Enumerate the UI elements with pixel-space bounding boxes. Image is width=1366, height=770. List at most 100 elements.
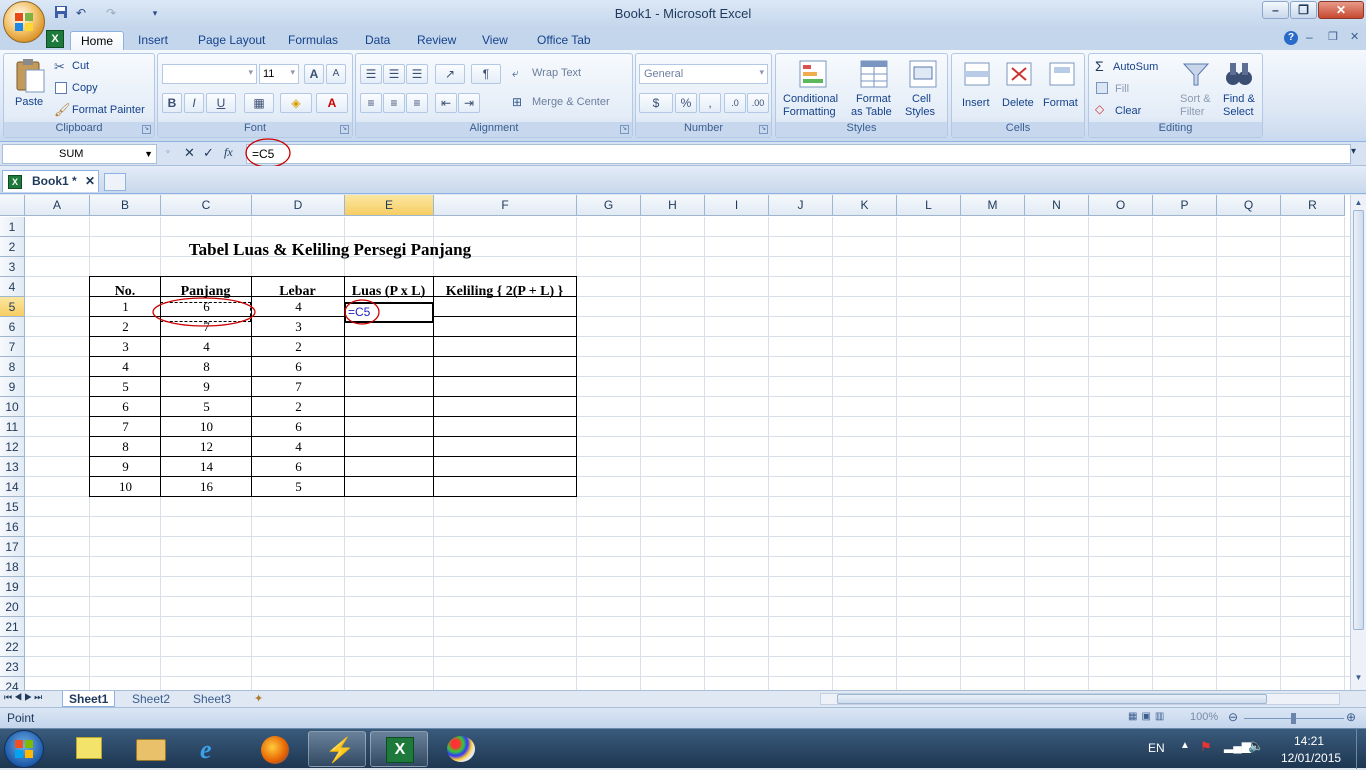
cancel-icon[interactable]: ✕ <box>184 145 195 161</box>
borders-button[interactable]: ▦ <box>244 93 274 113</box>
decrease-decimal-button[interactable]: .00 <box>747 93 769 113</box>
alignment-launcher-icon[interactable]: ↘ <box>620 125 629 134</box>
column-header-n[interactable]: N <box>1025 195 1089 216</box>
minimize-button[interactable]: – <box>1262 1 1289 19</box>
row-header-10[interactable]: 10 <box>0 397 25 417</box>
comma-button[interactable]: , <box>699 93 721 113</box>
table-cell[interactable]: 10 <box>90 477 161 497</box>
number-format-select[interactable]: General ▾ <box>639 64 768 84</box>
table-cell[interactable]: 4 <box>90 357 161 377</box>
align-right-button[interactable]: ≡ <box>406 93 428 113</box>
taskbar-sticky-notes[interactable] <box>60 731 118 767</box>
table-cell[interactable]: 2 <box>252 337 345 357</box>
spreadsheet-grid[interactable]: ABCDEFGHIJKLMNOPQR 1 2 3 4 5 6 7 8 9 10 11 12 13 14 15… <box>0 195 1350 690</box>
close-button[interactable]: ✕ <box>1318 1 1364 19</box>
expand-formula-icon[interactable]: ▾ <box>1351 146 1356 157</box>
table-cell[interactable]: 5 <box>161 397 252 417</box>
row-header-1[interactable]: 1 <box>0 217 25 237</box>
row-header-23[interactable]: 23 <box>0 657 25 677</box>
row-header-3[interactable]: 3 <box>0 257 25 277</box>
table-cell[interactable]: 4 <box>252 297 345 317</box>
table-cell[interactable]: 3 <box>252 317 345 337</box>
column-header-g[interactable]: G <box>577 195 641 216</box>
merge-center-button[interactable]: ⊞ Merge & Center <box>512 93 630 113</box>
table-cell[interactable]: 2 <box>252 397 345 417</box>
zoom-out-icon[interactable]: ⊖ <box>1228 710 1238 724</box>
format-painter-button[interactable]: 🖌 Format Painter <box>54 102 154 120</box>
table-cell[interactable]: 9 <box>161 377 252 397</box>
autosum-button[interactable]: Σ AutoSum <box>1095 58 1175 76</box>
table-cell[interactable]: 16 <box>161 477 252 497</box>
vertical-scroll-thumb[interactable] <box>1353 210 1364 630</box>
select-all-corner[interactable] <box>0 195 25 216</box>
ribbon-close-icon[interactable]: ✕ <box>1350 30 1359 43</box>
align-top-button[interactable]: ☰ <box>360 64 382 84</box>
sort-filter-button[interactable]: Sort & Filter <box>1175 57 1217 121</box>
zoom-slider-thumb[interactable] <box>1291 713 1296 724</box>
scroll-up-icon[interactable]: ▲ <box>1352 198 1365 210</box>
find-select-button[interactable]: Find & Select <box>1217 57 1261 121</box>
row-header-14[interactable]: 14 <box>0 477 25 497</box>
column-header-q[interactable]: Q <box>1217 195 1281 216</box>
insert-sheet-icon[interactable]: ✦ <box>254 692 263 705</box>
new-document-tab-icon[interactable] <box>104 173 126 191</box>
column-header-m[interactable]: M <box>961 195 1025 216</box>
increase-indent-button[interactable]: ⇥ <box>458 93 480 113</box>
network-icon[interactable]: ▂▄▆ <box>1224 739 1251 753</box>
tab-office-tab[interactable]: Office Tab <box>527 31 601 50</box>
sheet-tab-sheet1[interactable]: Sheet1 <box>62 691 116 707</box>
column-header-f[interactable]: F <box>434 195 577 216</box>
table-cell[interactable]: 7 <box>90 417 161 437</box>
taskbar-explorer[interactable] <box>122 731 180 767</box>
language-indicator[interactable]: EN <box>1148 741 1165 755</box>
taskbar-internet-explorer[interactable]: e <box>184 731 242 767</box>
table-cell[interactable]: 6 <box>252 417 345 437</box>
tab-insert[interactable]: Insert <box>128 31 178 50</box>
fill-color-button[interactable]: ◈ <box>280 93 312 113</box>
row-header-21[interactable]: 21 <box>0 617 25 637</box>
close-document-icon[interactable]: ✕ <box>85 171 95 191</box>
row-header-19[interactable]: 19 <box>0 577 25 597</box>
underline-button[interactable]: U <box>206 93 236 113</box>
row-header-17[interactable]: 17 <box>0 537 25 557</box>
column-header-a[interactable]: A <box>25 195 90 216</box>
wrap-text-button[interactable]: ⤶ Wrap Text <box>512 64 622 84</box>
table-cell[interactable]: 4 <box>161 337 252 357</box>
shrink-font-button[interactable]: A <box>326 64 346 84</box>
column-header-d[interactable]: D <box>252 195 345 216</box>
table-cell[interactable]: 8 <box>90 437 161 457</box>
column-header-j[interactable]: J <box>769 195 833 216</box>
ribbon-restore-icon[interactable]: ❐ <box>1328 30 1338 43</box>
delete-cells-button[interactable]: Delete <box>998 57 1040 121</box>
font-color-button[interactable]: A <box>316 93 348 113</box>
table-cell[interactable]: 5 <box>90 377 161 397</box>
format-as-table-button[interactable]: Format as Table <box>848 57 900 121</box>
column-header-i[interactable]: I <box>705 195 769 216</box>
restore-button[interactable]: ❐ <box>1290 1 1317 19</box>
table-cell[interactable]: 10 <box>161 417 252 437</box>
header-keliling[interactable]: Keliling { 2(P + L) } <box>433 282 576 302</box>
cut-button[interactable]: ✂ Cut <box>54 58 149 76</box>
row-header-11[interactable]: 11 <box>0 417 25 437</box>
tab-view[interactable]: View <box>472 31 518 50</box>
row-header-5[interactable]: 5 <box>0 297 25 317</box>
increase-decimal-button[interactable]: .0 <box>724 93 746 113</box>
taskbar-media[interactable]: ⚡ <box>308 731 366 767</box>
table-cell[interactable]: 7 <box>252 377 345 397</box>
paste-button[interactable]: Paste <box>12 58 48 114</box>
row-header-8[interactable]: 8 <box>0 357 25 377</box>
orientation-button[interactable]: ↗ <box>435 64 465 84</box>
table-cell[interactable]: 9 <box>90 457 161 477</box>
format-cells-button[interactable]: Format <box>1040 57 1084 121</box>
number-launcher-icon[interactable]: ↘ <box>759 125 768 134</box>
table-cell[interactable]: 6 <box>90 397 161 417</box>
indent-direction-button[interactable]: ¶ <box>471 64 501 84</box>
table-cell[interactable]: 4 <box>252 437 345 457</box>
scroll-down-icon[interactable]: ▼ <box>1352 673 1365 685</box>
zoom-in-icon[interactable]: ⊕ <box>1346 710 1356 724</box>
column-header-p[interactable]: P <box>1153 195 1217 216</box>
decrease-indent-button[interactable]: ⇤ <box>435 93 457 113</box>
column-header-k[interactable]: K <box>833 195 897 216</box>
table-cell[interactable]: 8 <box>161 357 252 377</box>
row-header-20[interactable]: 20 <box>0 597 25 617</box>
